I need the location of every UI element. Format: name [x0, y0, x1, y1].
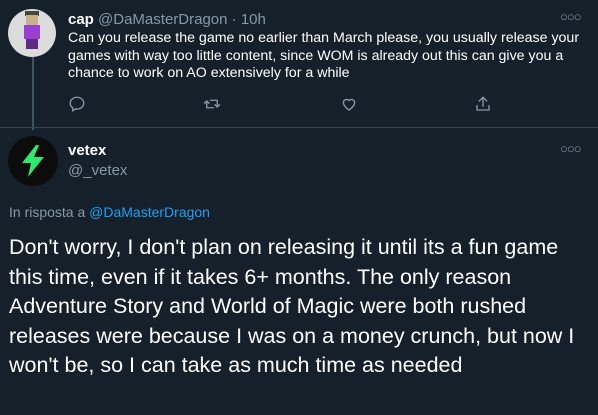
reply-mention-link[interactable]: @DaMasterDragon — [89, 204, 210, 220]
divider — [0, 127, 598, 128]
more-options-icon[interactable]: ○○○ — [560, 141, 582, 156]
author-handle[interactable]: @_vetex — [68, 162, 127, 179]
share-icon[interactable] — [474, 95, 494, 115]
avatar[interactable] — [8, 9, 56, 57]
tweet-actions — [0, 95, 598, 117]
reply-icon[interactable] — [68, 95, 88, 115]
tweet-header: cap @DaMasterDragon · 10h — [68, 11, 266, 28]
reply-context: In risposta a @DaMasterDragon — [9, 204, 210, 220]
tweet-text: Don't worry, I don't plan on releasing i… — [9, 235, 575, 377]
separator: · — [231, 11, 237, 28]
avatar[interactable] — [8, 136, 58, 186]
retweet-icon[interactable] — [203, 95, 223, 115]
lightning-bolt-icon — [22, 145, 44, 177]
reply-prefix: In risposta a — [9, 204, 86, 220]
roblox-avatar-icon — [24, 11, 40, 49]
thread-line — [32, 57, 34, 130]
author-name[interactable]: cap — [68, 11, 94, 28]
like-icon[interactable] — [340, 95, 360, 115]
more-options-icon[interactable]: ○○○ — [560, 9, 582, 24]
timestamp[interactable]: 10h — [241, 11, 266, 28]
author-name[interactable]: vetex — [68, 142, 106, 159]
author-handle[interactable]: @DaMasterDragon — [98, 11, 227, 28]
tweet-text: Can you release the game no earlier than… — [68, 30, 580, 81]
